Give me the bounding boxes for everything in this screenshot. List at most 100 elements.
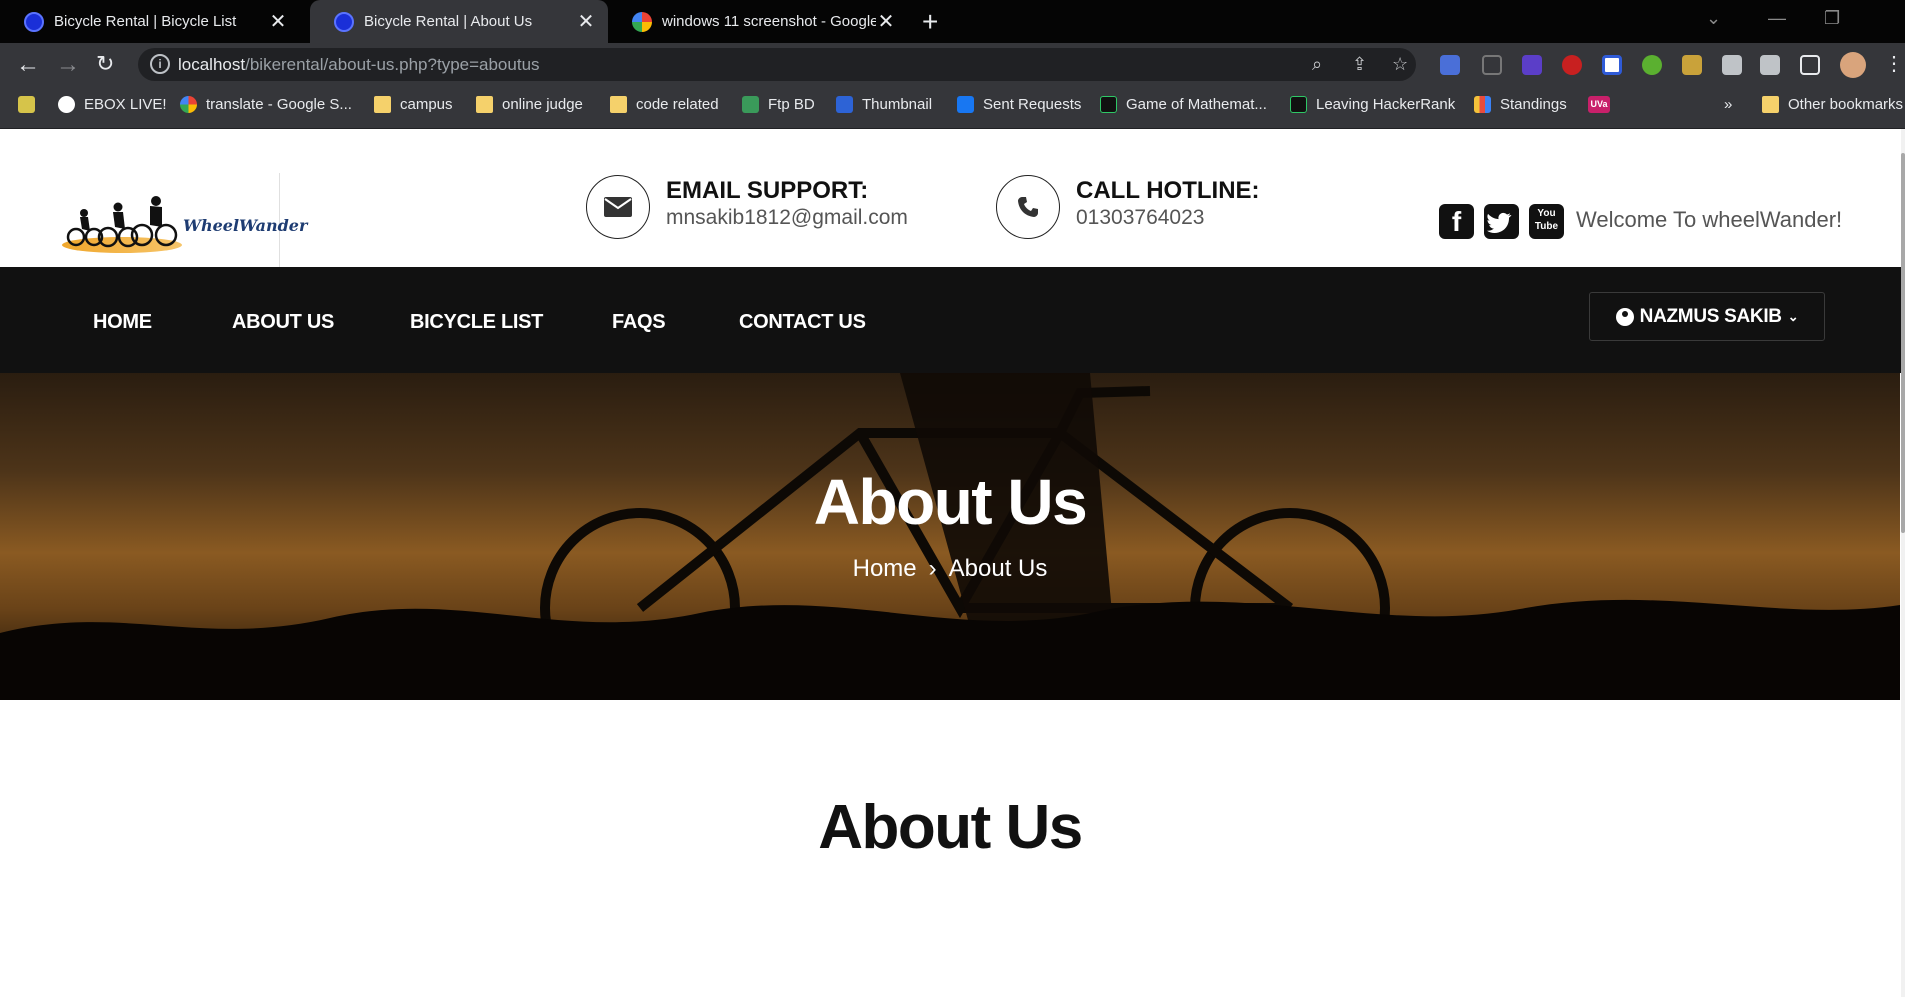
reload-icon[interactable]: ↻ bbox=[96, 51, 114, 77]
tab-title: Bicycle Rental | Bicycle List bbox=[54, 13, 237, 30]
breadcrumb: Home › About Us bbox=[0, 555, 1900, 583]
main-navigation: HOME ABOUT US BICYCLE LIST FAQS CONTACT … bbox=[0, 267, 1905, 373]
profile-avatar[interactable] bbox=[1840, 52, 1866, 78]
bookmark-folder[interactable]: code related bbox=[610, 96, 719, 113]
cyclists-logo-icon bbox=[66, 196, 178, 248]
flag-extension-icon[interactable] bbox=[1602, 55, 1622, 75]
bookmark-item[interactable]: Thumbnail bbox=[836, 96, 932, 113]
reading-list-icon[interactable] bbox=[1760, 55, 1780, 75]
nav-about-us[interactable]: ABOUT US bbox=[232, 311, 334, 334]
forward-arrow-icon[interactable]: → bbox=[56, 51, 80, 79]
phone-icon bbox=[996, 175, 1060, 239]
bookmark-star-icon[interactable]: ☆ bbox=[1392, 54, 1408, 75]
translate-extension-icon[interactable] bbox=[1440, 55, 1460, 75]
tab-search-chevron-icon[interactable]: ⌄ bbox=[1706, 8, 1721, 29]
chart-extension-icon[interactable] bbox=[1682, 55, 1702, 75]
folder-icon bbox=[610, 96, 627, 113]
envelope-icon bbox=[586, 175, 650, 239]
back-arrow-icon[interactable]: ← bbox=[16, 51, 40, 79]
site-logo[interactable]: WheelWander bbox=[58, 173, 307, 275]
font-extension-icon[interactable] bbox=[1522, 55, 1542, 75]
hackerrank-icon bbox=[1100, 96, 1117, 113]
uva-icon: UVa bbox=[1588, 96, 1610, 113]
user-menu-button[interactable]: NAZMUS SAKIB ⌄ bbox=[1589, 292, 1825, 341]
standings-chart-icon bbox=[1474, 96, 1491, 113]
share-icon[interactable]: ⇪ bbox=[1352, 54, 1367, 75]
chevron-down-icon: ⌄ bbox=[1787, 308, 1799, 324]
bookmark-item[interactable]: Standings bbox=[1474, 96, 1567, 113]
hero-title: About Us bbox=[813, 466, 1088, 538]
twitter-icon[interactable] bbox=[1484, 204, 1519, 239]
url-text[interactable]: localhost/bikerental/about-us.php?type=a… bbox=[178, 55, 540, 75]
nav-home[interactable]: HOME bbox=[93, 311, 152, 334]
scrollbar-thumb[interactable] bbox=[1901, 153, 1905, 533]
side-panel-icon[interactable] bbox=[1800, 55, 1820, 75]
google-icon bbox=[180, 96, 197, 113]
browser-tab-bar: Bicycle Rental | Bicycle List ✕ Bicycle … bbox=[0, 0, 1905, 43]
chevron-right-icon: › bbox=[928, 555, 937, 582]
tab-title: Bicycle Rental | About Us bbox=[364, 13, 533, 30]
ftp-icon bbox=[742, 96, 759, 113]
youtube-icon[interactable]: You Tube bbox=[1529, 204, 1564, 239]
browser-tab-active[interactable]: Bicycle Rental | About Us ✕ bbox=[310, 0, 608, 43]
menu-kebab-icon[interactable]: ⋮ bbox=[1884, 51, 1904, 76]
browser-toolbar: ← → ↻ i localhost/bikerental/about-us.ph… bbox=[0, 43, 1905, 86]
u-icon bbox=[836, 96, 853, 113]
folder-icon bbox=[1762, 96, 1779, 113]
folder-icon bbox=[374, 96, 391, 113]
user-circle-icon bbox=[1615, 307, 1634, 326]
bike-favicon-icon bbox=[24, 11, 44, 32]
bookmark-folder[interactable]: campus bbox=[374, 96, 453, 113]
user-name: NAZMUS SAKIB bbox=[1639, 305, 1782, 327]
tab-title: windows 11 screenshot - Google bbox=[662, 13, 876, 30]
json-extension-icon[interactable] bbox=[1482, 55, 1502, 75]
browser-tab[interactable]: Bicycle Rental | Bicycle List ✕ bbox=[0, 0, 300, 43]
bookmarks-bar: EBOX LIVE! translate - Google S... campu… bbox=[0, 86, 1905, 129]
bookmark-item[interactable] bbox=[18, 96, 44, 113]
bookmark-item[interactable]: UVa bbox=[1588, 96, 1619, 113]
bookmark-item[interactable]: EBOX LIVE! bbox=[58, 96, 167, 113]
bike-favicon-icon bbox=[334, 11, 354, 32]
facebook-icon[interactable]: f bbox=[1439, 204, 1474, 239]
welcome-text: Welcome To wheelWander! bbox=[1576, 207, 1843, 232]
logo-text: WheelWander bbox=[183, 216, 308, 235]
red-extension-icon[interactable] bbox=[1562, 55, 1582, 75]
call-hotline-label: CALL HOTLINE: bbox=[1076, 177, 1260, 204]
green-plus-extension-icon[interactable] bbox=[1642, 55, 1662, 75]
close-tab-icon[interactable]: ✕ bbox=[876, 9, 896, 34]
bookmark-item[interactable]: Game of Mathemat... bbox=[1100, 96, 1267, 113]
minimize-icon[interactable]: — bbox=[1768, 8, 1786, 29]
bookmark-item[interactable]: Ftp BD bbox=[742, 96, 815, 113]
email-support: EMAIL SUPPORT: mnsakib1812@gmail.com bbox=[586, 175, 908, 239]
browser-tab[interactable]: windows 11 screenshot - Google ✕ bbox=[608, 0, 908, 43]
bookmark-folder[interactable]: online judge bbox=[476, 96, 583, 113]
address-bar[interactable]: i localhost/bikerental/about-us.php?type… bbox=[138, 48, 1416, 81]
restore-icon[interactable]: ❐ bbox=[1824, 8, 1840, 29]
nav-faqs[interactable]: FAQS bbox=[612, 311, 666, 334]
close-tab-icon[interactable]: ✕ bbox=[576, 9, 596, 34]
nav-contact-us[interactable]: CONTACT US bbox=[739, 311, 866, 334]
site-info-icon[interactable]: i bbox=[150, 54, 170, 74]
smiley-icon bbox=[18, 96, 35, 113]
nav-bicycle-list[interactable]: BICYCLE LIST bbox=[410, 311, 543, 334]
email-address[interactable]: mnsakib1812@gmail.com bbox=[666, 205, 908, 231]
other-bookmarks-folder[interactable]: Other bookmarks bbox=[1762, 96, 1903, 113]
bookmark-item[interactable]: Sent Requests bbox=[957, 96, 1081, 113]
hotline-number[interactable]: 01303764023 bbox=[1076, 205, 1260, 231]
section-title: About Us bbox=[818, 793, 1083, 862]
new-tab-plus-icon[interactable]: + bbox=[922, 6, 938, 38]
zoom-icon[interactable]: ⌕ bbox=[1312, 54, 1322, 75]
extensions-puzzle-icon[interactable] bbox=[1722, 55, 1742, 75]
call-hotline: CALL HOTLINE: 01303764023 bbox=[996, 175, 1260, 239]
bookmark-item[interactable]: Leaving HackerRank bbox=[1290, 96, 1455, 113]
bookmark-item[interactable]: translate - Google S... bbox=[180, 96, 352, 113]
breadcrumb-home-link[interactable]: Home bbox=[853, 555, 917, 582]
bookmarks-overflow-icon[interactable]: » bbox=[1724, 96, 1732, 113]
page-scrollbar[interactable] bbox=[1901, 129, 1905, 997]
hackerrank-icon bbox=[1290, 96, 1307, 113]
google-favicon-icon bbox=[632, 11, 652, 32]
email-support-label: EMAIL SUPPORT: bbox=[666, 177, 869, 204]
web-page: WheelWander EMAIL SUPPORT: mnsakib1812@g… bbox=[0, 129, 1905, 997]
close-tab-icon[interactable]: ✕ bbox=[268, 9, 288, 34]
globe-icon bbox=[58, 96, 75, 113]
